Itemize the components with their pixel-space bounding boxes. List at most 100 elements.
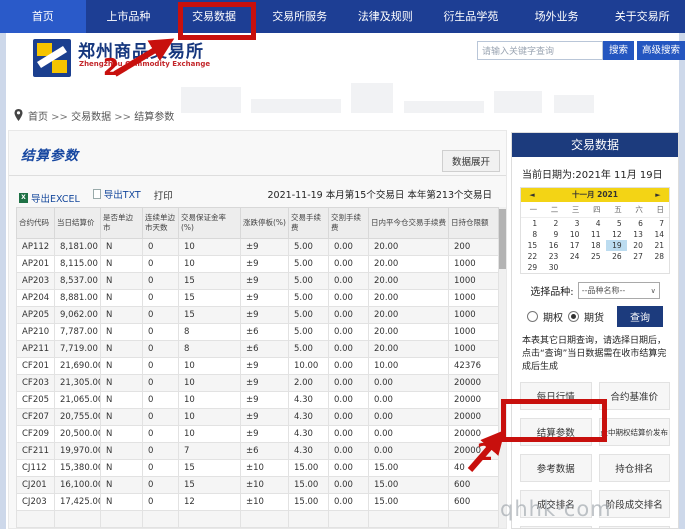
calendar-day[interactable]: 18 [584,240,605,251]
search-input[interactable] [477,41,603,60]
column-header: 合约代码 [16,207,55,239]
calendar-day[interactable]: 14 [648,229,669,240]
calendar-day[interactable]: 25 [584,251,605,262]
calendar-day[interactable]: 29 [521,262,542,273]
sidebar-link[interactable]: 结算参数 [520,418,592,447]
calendar-day[interactable]: 21 [648,240,669,251]
table-cell: AP211 [16,340,55,358]
calendar-day[interactable]: 8 [521,229,542,240]
table-cell: ±6 [240,340,289,358]
table-scrollbar-thumb[interactable] [499,209,506,269]
calendar-day[interactable]: 13 [627,229,648,240]
export-excel-link[interactable]: X 导出EXCEL [19,191,80,205]
calendar-day[interactable]: 22 [521,251,542,262]
table-toolbar: X 导出EXCEL 导出TXT 打印 2021-11-19 本月第15个交易日 本… [19,187,492,205]
export-txt-link[interactable]: 导出TXT [92,187,141,201]
calendar-week-row: 8 9 10 11 12 13 14 [521,229,669,240]
calendar-day[interactable]: 16 [542,240,563,251]
variety-select[interactable]: --品种名称-- ∨ [577,282,660,299]
calendar-day[interactable]: 15 [521,240,542,251]
table-row: CF207 20,755.00 N 0 10 ±9 4.30 0.00 0.00 20000 [16,408,499,426]
calendar-day[interactable]: 26 [606,251,627,262]
table-cell: N [100,408,143,426]
nav-item[interactable]: 上市品种 [86,0,172,33]
table-cell: CJ201 [16,476,55,494]
zce-logo[interactable] [33,39,71,77]
sidebar-link[interactable]: 参考数据 [520,454,592,483]
table-cell: 20.00 [368,306,449,324]
table-cell: 8,537.00 [54,272,101,290]
calendar-day[interactable]: 30 [542,262,563,273]
table-cell: N [100,442,143,460]
table-cell: 0.00 [328,459,369,477]
calendar-prev-icon[interactable]: ◄ [521,188,543,202]
sidebar-link[interactable]: 阶段成交排名 [598,490,670,519]
radio-label: 期权 [543,313,563,324]
sidebar-link[interactable]: 盘中期权结算价发布 [598,418,670,447]
calendar-day[interactable]: 3 [563,218,584,230]
query-button[interactable]: 查询 [617,306,663,327]
sidebar-link[interactable]: 持仓排名 [598,454,670,483]
table-row: AP112 8,181.00 N 0 10 ±9 5.00 0.00 20.00 200 [16,238,499,256]
nav-item[interactable]: 场外业务 [514,0,600,33]
table-cell [240,510,289,528]
calendar-day[interactable]: 7 [648,218,669,230]
table-cell: 15 [178,459,241,477]
table-row: CF205 21,065.00 N 0 10 ±9 4.30 0.00 0.00 20000 [16,391,499,409]
calendar-day[interactable]: 17 [563,240,584,251]
breadcrumb-item[interactable]: 首页 [28,112,48,123]
table-cell: 15.00 [368,476,449,494]
table-cell: ±6 [240,323,289,341]
calendar-day[interactable]: 10 [563,229,584,240]
nav-item[interactable]: 衍生品学苑 [428,0,514,33]
table-cell: 0 [142,408,179,426]
calendar-day[interactable]: 28 [648,251,669,262]
calendar-day[interactable]: 11 [584,229,605,240]
calendar-day[interactable]: 20 [627,240,648,251]
nav-item[interactable]: 法律及规则 [343,0,429,33]
search-button[interactable]: 搜索 [603,41,634,60]
nav-item[interactable]: 关于交易所 [599,0,685,33]
nav-item[interactable]: 交易所服务 [257,0,343,33]
calendar-day[interactable]: 27 [627,251,648,262]
sidebar-link[interactable]: 合约基准价 [598,382,670,411]
table-cell: 15.00 [368,493,449,511]
table-cell: 0 [142,442,179,460]
sidebar-link[interactable]: 成交排名 [520,490,592,519]
calendar-day[interactable]: 12 [606,229,627,240]
calendar-day[interactable]: 4 [584,218,605,230]
expand-data-button[interactable]: 数据展开 [441,150,500,172]
excel-icon: X [19,193,28,203]
table-cell: 10 [178,238,241,256]
table-cell: AP203 [16,272,55,290]
calendar-day[interactable]: 23 [542,251,563,262]
calendar-day[interactable]: 5 [606,218,627,230]
sidebar-link[interactable]: 每日行情 [520,382,592,411]
calendar-day[interactable]: 24 [563,251,584,262]
table-cell [178,510,241,528]
radio-unchecked[interactable] [527,311,538,322]
site-subtitle: Zhengzhou Commodity Exchange [79,60,211,68]
radio-checked[interactable] [568,311,579,322]
table-scrollbar-track[interactable] [499,207,506,528]
column-header: 涨跌停板(%) [240,207,289,239]
table-cell: 0 [142,459,179,477]
nav-item[interactable]: 首页 [0,0,86,33]
nav-item[interactable]: 交易数据 [171,0,257,33]
calendar-day[interactable]: 2 [542,218,563,230]
calendar-day[interactable]: 6 [627,218,648,230]
table-cell: ±9 [240,391,289,409]
table-cell: 0.00 [328,238,369,256]
breadcrumb-item[interactable]: 交易数据 [71,112,111,123]
table-cell: ±9 [240,289,289,307]
calendar-day[interactable]: 19 [605,240,627,251]
top-nav: 首页 上市品种 交易数据 交易所服务 法律及规则 衍生品学苑 场外业务 关于交易所 [0,0,685,33]
breadcrumb-items: 首页 >> 交易数据 >> 结算参数 [28,108,174,123]
print-link[interactable]: 打印 [154,188,173,202]
table-cell: 15.00 [288,493,329,511]
calendar-day[interactable]: 1 [521,218,542,230]
calendar-day[interactable]: 9 [542,229,563,240]
calendar-next-icon[interactable]: ► [647,188,669,202]
advanced-search-button[interactable]: 高级搜索 [637,41,685,60]
table-cell: N [100,323,143,341]
